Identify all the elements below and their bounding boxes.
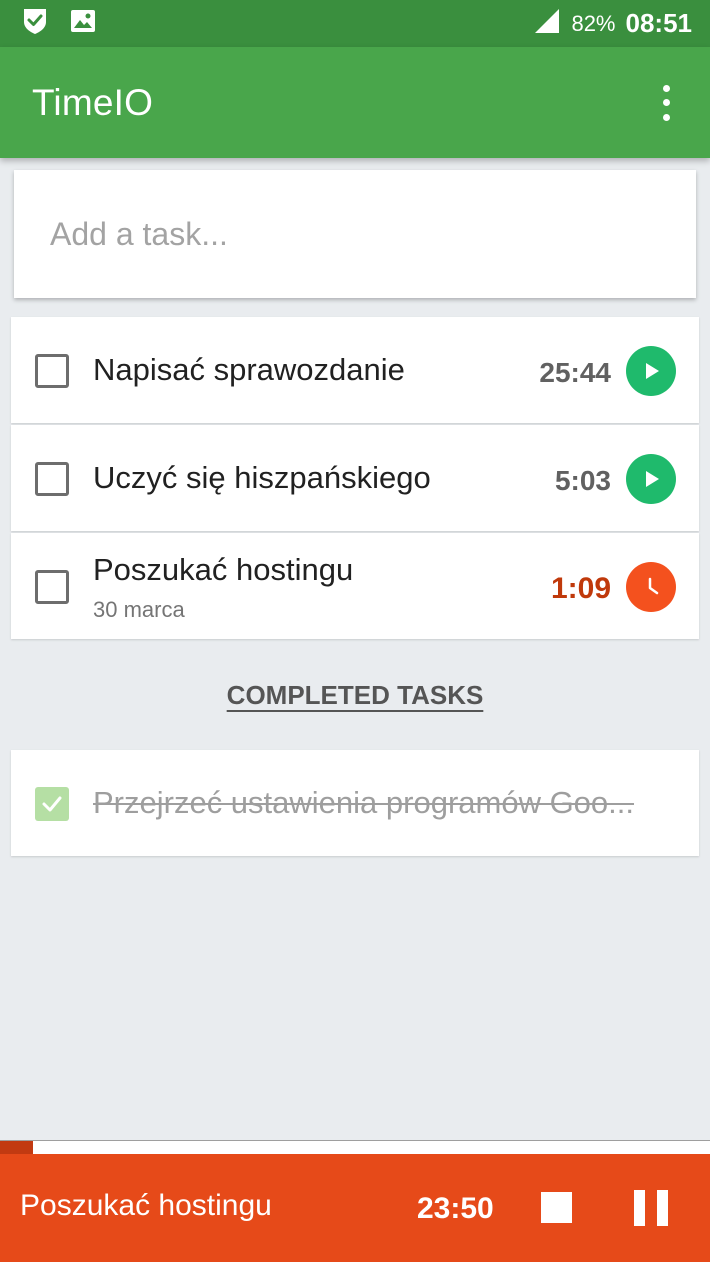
- clock-icon: [648, 577, 659, 595]
- add-task-card: [14, 170, 696, 298]
- completed-tasks-header[interactable]: COMPLETED TASKS: [0, 680, 710, 711]
- task-row-active[interactable]: Poszukać hostingu 30 marca 1:09: [11, 533, 699, 639]
- check-icon: [42, 796, 62, 812]
- active-timer-time: 23:50: [417, 1192, 494, 1225]
- add-task-input[interactable]: [50, 215, 696, 253]
- app-bar: TimeIO: [0, 47, 710, 158]
- status-right: 82% 08:51: [533, 7, 692, 40]
- task-row[interactable]: Napisać sprawozdanie 25:44: [11, 317, 699, 423]
- play-button[interactable]: [626, 346, 676, 396]
- clock-button[interactable]: [626, 562, 676, 612]
- task-checkbox-checked[interactable]: [35, 787, 69, 821]
- image-icon: [70, 9, 96, 38]
- status-time: 08:51: [625, 8, 693, 38]
- task-title: Napisać sprawozdanie: [93, 352, 405, 387]
- play-icon: [646, 363, 659, 379]
- task-timer: 25:44: [539, 357, 611, 388]
- task-checkbox[interactable]: [35, 462, 69, 496]
- completed-task-row[interactable]: Przejrzeć ustawienia programów Goo...: [11, 750, 699, 856]
- task-title: Uczyć się hiszpańskiego: [93, 460, 431, 495]
- play-button[interactable]: [626, 454, 676, 504]
- play-icon: [646, 471, 659, 487]
- more-vertical-icon[interactable]: [654, 83, 678, 123]
- app-title: TimeIO: [32, 81, 154, 123]
- timer-progress-bar: [0, 1140, 710, 1154]
- timer-progress-fill: [0, 1141, 34, 1154]
- shield-check-icon: [22, 7, 48, 40]
- completed-task-title: Przejrzeć ustawienia programów Goo...: [93, 785, 635, 820]
- task-timer: 1:09: [550, 572, 611, 605]
- task-due-date: 30 marca: [93, 597, 185, 622]
- task-row[interactable]: Uczyć się hiszpańskiego 5:03: [11, 425, 699, 531]
- signal-icon: [533, 7, 561, 40]
- active-task-title: Poszukać hostingu: [20, 1189, 272, 1222]
- task-timer: 5:03: [554, 465, 611, 496]
- task-checkbox[interactable]: [35, 570, 69, 604]
- active-timer-bar: Poszukać hostingu 23:50: [0, 1154, 710, 1262]
- stop-icon[interactable]: [541, 1192, 572, 1223]
- task-title: Poszukać hostingu: [93, 552, 354, 587]
- status-bar: 82% 08:51: [0, 0, 710, 47]
- battery-level: 82%: [571, 10, 616, 36]
- task-checkbox[interactable]: [35, 354, 69, 388]
- status-left-icons: [22, 7, 96, 40]
- pause-icon[interactable]: [634, 1190, 668, 1226]
